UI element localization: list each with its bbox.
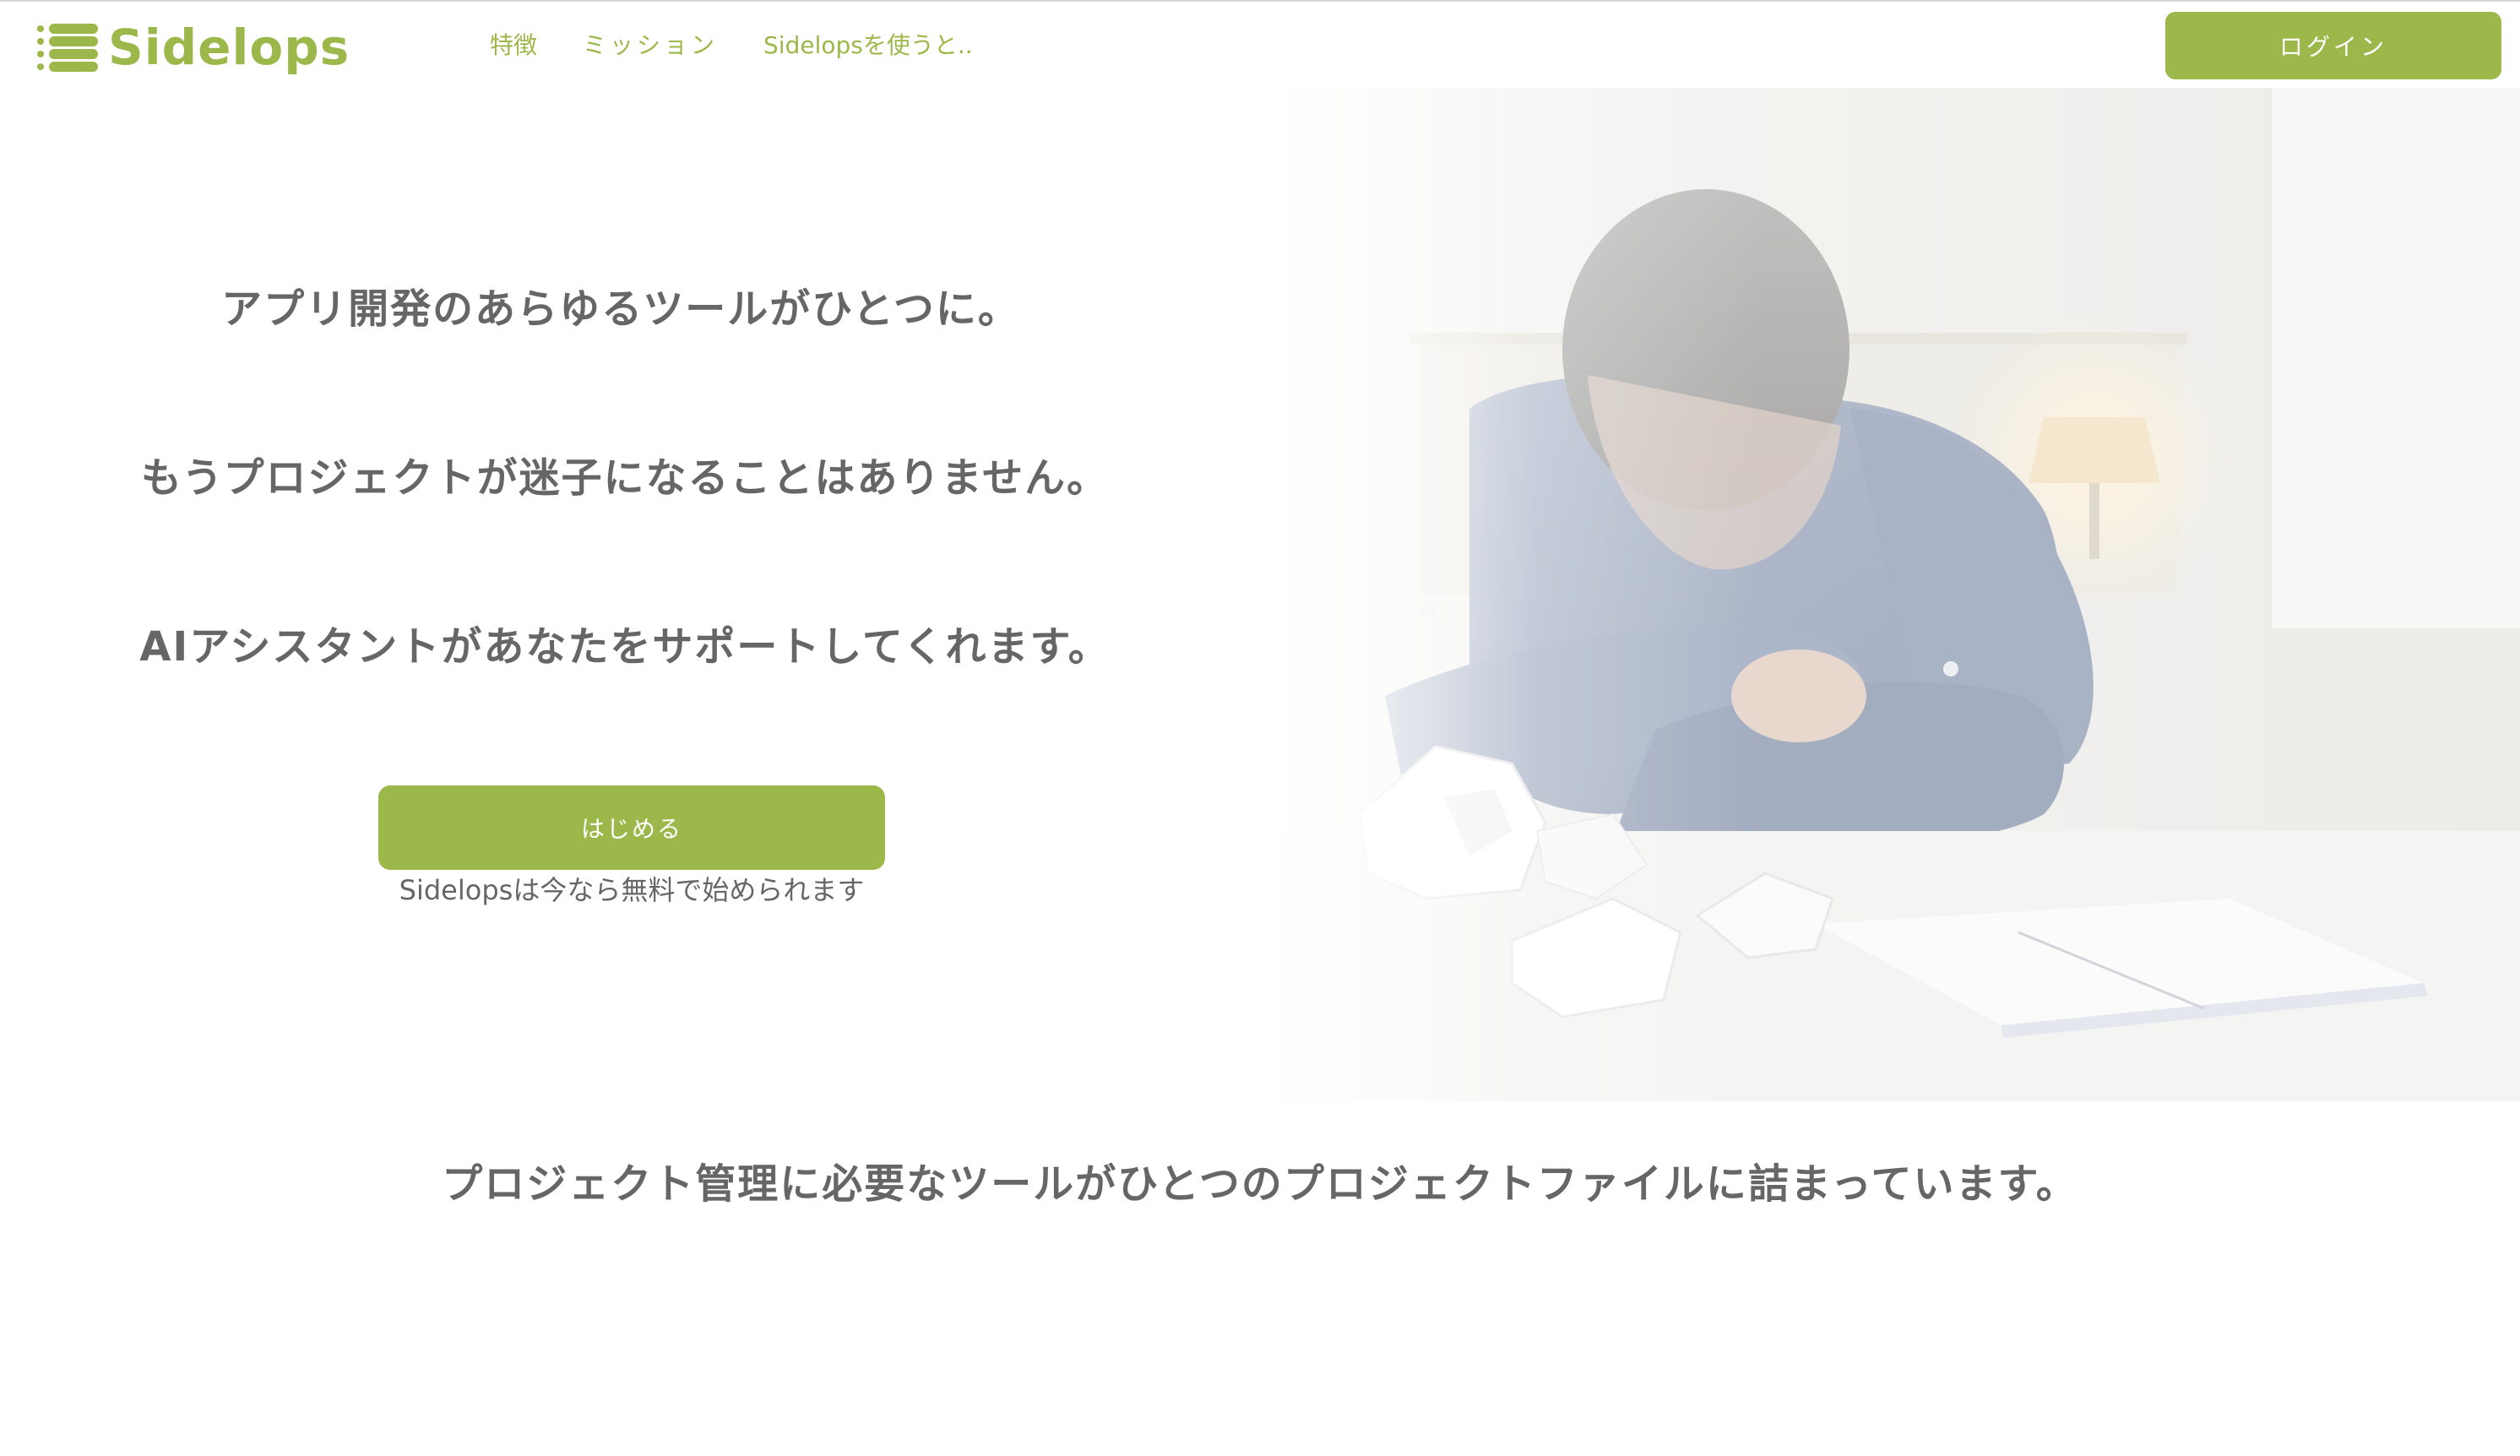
hero-headline-2: もうプロジェクトが迷子になることはありません。 (140, 454, 1110, 502)
hero-headline-3: AIアシスタントがあなたをサポートしてくれます。 (139, 623, 1111, 671)
nav-item-features[interactable]: 特徴 (490, 29, 537, 62)
nav-item-mission[interactable]: ミッション (583, 29, 718, 62)
stacked-layers-icon (37, 24, 98, 72)
hero-photo-tired-developer (1258, 88, 2520, 1101)
get-started-button[interactable]: はじめる (378, 785, 885, 870)
site-header: Sidelops 特徴 ミッション Sidelopsを使うと.. ログイン (0, 2, 2520, 86)
brand-logo[interactable]: Sidelops (37, 22, 350, 73)
brand-name: Sidelops (108, 19, 350, 76)
login-button[interactable]: ログイン (2165, 12, 2501, 79)
main-nav: 特徴 ミッション Sidelopsを使うと.. (490, 29, 973, 62)
hero-headline-1: アプリ開発のあらゆるツールがひとつに。 (221, 285, 1020, 333)
free-trial-note: Sidelopsは今なら無料で始められます (399, 874, 865, 906)
features-heading: プロジェクト管理に必要なツールがひとつのプロジェクトファイルに詰まっています。 (442, 1160, 2078, 1208)
nav-item-benefits[interactable]: Sidelopsを使うと.. (763, 29, 973, 62)
